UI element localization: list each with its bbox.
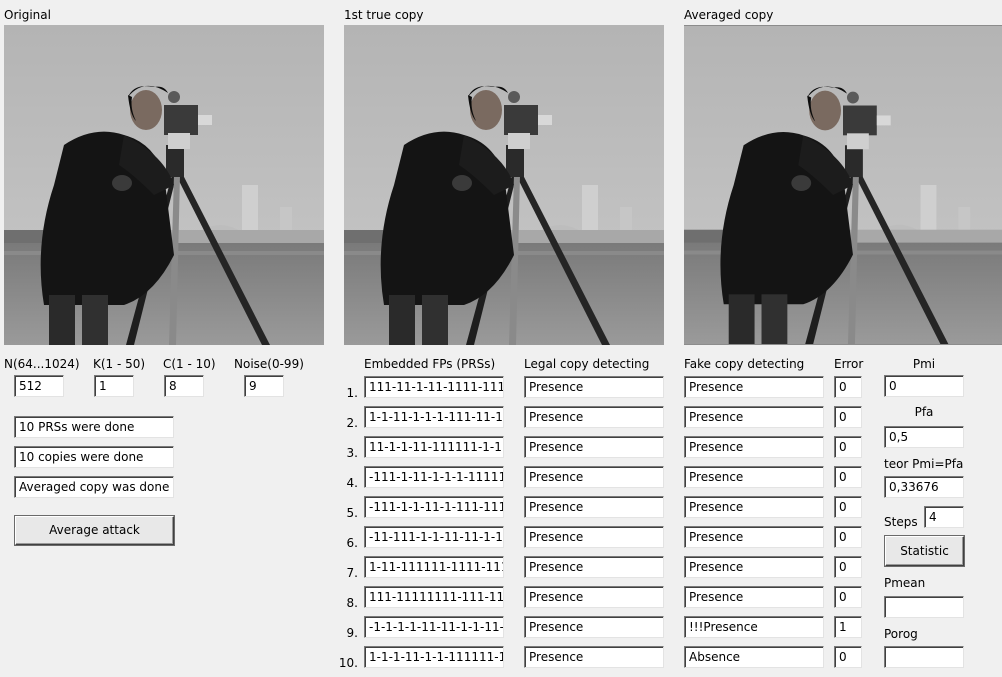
fake-field[interactable]: Presence [684, 436, 824, 458]
pmi-label: Pmi [912, 357, 936, 371]
prs-field[interactable]: 1-11-111111-1111-111 [364, 556, 504, 578]
error-field[interactable]: 1 [834, 616, 862, 638]
legal-field[interactable]: Presence [524, 556, 664, 578]
fake-field[interactable]: !!!Presence [684, 616, 824, 638]
error-header: Error [834, 357, 864, 371]
row-number: 2. [346, 416, 358, 430]
row-number: 10. [338, 656, 358, 670]
fake-field[interactable]: Presence [684, 556, 824, 578]
prs-field[interactable]: -1-1-1-1-11-11-1-1-11-1 [364, 616, 504, 638]
legal-field[interactable]: Presence [524, 376, 664, 398]
status-copies: 10 copies were done [14, 446, 174, 468]
average-attack-button[interactable]: Average attack [15, 516, 174, 545]
k-input[interactable]: 1 [94, 375, 134, 397]
legal-field[interactable]: Presence [524, 466, 664, 488]
prs-field[interactable]: -111-1-11-1-1-1-11111 [364, 466, 504, 488]
error-field[interactable]: 0 [834, 526, 862, 548]
fake-field[interactable]: Presence [684, 376, 824, 398]
n-input[interactable]: 512 [14, 375, 64, 397]
pmi-field[interactable]: 0 [884, 375, 964, 397]
error-field[interactable]: 0 [834, 496, 862, 518]
steps-label: Steps [884, 515, 918, 529]
fake-header: Fake copy detecting [684, 357, 805, 371]
original-title: Original [4, 8, 51, 22]
prs-field[interactable]: 111-11-1-11-1111-111- [364, 376, 504, 398]
original-image [4, 25, 324, 345]
pfa-label: Pfa [914, 405, 934, 419]
averaged-copy-image [684, 25, 1002, 345]
teor-field[interactable]: 0,33676 [884, 476, 964, 498]
n-label: N(64...1024) [4, 357, 80, 371]
legal-field[interactable]: Presence [524, 496, 664, 518]
true-copy-image [344, 25, 664, 345]
error-field[interactable]: 0 [834, 406, 862, 428]
legal-field[interactable]: Presence [524, 526, 664, 548]
legal-field[interactable]: Presence [524, 646, 664, 668]
k-label: K(1 - 50) [93, 357, 146, 371]
error-field[interactable]: 0 [834, 586, 862, 608]
error-field[interactable]: 0 [834, 466, 862, 488]
averaged-copy-title: Averaged copy [684, 8, 774, 22]
prs-field[interactable]: 111-11111111-111-11 [364, 586, 504, 608]
row-number: 1. [346, 386, 358, 400]
true-copy-title: 1st true copy [344, 8, 424, 22]
error-field[interactable]: 0 [834, 556, 862, 578]
c-label: C(1 - 10) [163, 357, 216, 371]
fake-field[interactable]: Presence [684, 466, 824, 488]
legal-field[interactable]: Presence [524, 436, 664, 458]
porog-field[interactable] [884, 646, 964, 668]
fake-field[interactable]: Presence [684, 496, 824, 518]
row-number: 5. [346, 506, 358, 520]
porog-label: Porog [884, 627, 918, 641]
pmean-field[interactable] [884, 596, 964, 618]
prs-field[interactable]: 11-1-1-11-111111-1-11 [364, 436, 504, 458]
steps-field[interactable]: 4 [924, 506, 964, 528]
error-field[interactable]: 0 [834, 376, 862, 398]
row-number: 9. [346, 626, 358, 640]
prs-field[interactable]: 1-1-11-1-1-1-111-11-11 [364, 406, 504, 428]
status-prs: 10 PRSs were done [14, 416, 174, 438]
fake-field[interactable]: Absence [684, 646, 824, 668]
row-number: 8. [346, 596, 358, 610]
row-number: 6. [346, 536, 358, 550]
noise-label: Noise(0-99) [234, 357, 304, 371]
legal-field[interactable]: Presence [524, 406, 664, 428]
row-number: 7. [346, 566, 358, 580]
legal-field[interactable]: Presence [524, 616, 664, 638]
error-field[interactable]: 0 [834, 436, 862, 458]
status-averaged: Averaged copy was done [14, 476, 174, 498]
c-input[interactable]: 8 [164, 375, 204, 397]
embedded-header: Embedded FPs (PRSs) [364, 357, 496, 371]
error-field[interactable]: 0 [834, 646, 862, 668]
pmean-label: Pmean [884, 576, 926, 590]
prs-field[interactable]: -11-111-1-1-11-11-1-11 [364, 526, 504, 548]
prs-field[interactable]: -111-1-1-11-1-111-111- [364, 496, 504, 518]
fake-field[interactable]: Presence [684, 586, 824, 608]
noise-input[interactable]: 9 [244, 375, 284, 397]
pfa-field[interactable]: 0,5 [884, 426, 964, 448]
fake-field[interactable]: Presence [684, 526, 824, 548]
row-number: 3. [346, 446, 358, 460]
legal-header: Legal copy detecting [524, 357, 650, 371]
statistic-button[interactable]: Statistic [885, 536, 964, 566]
prs-field[interactable]: 1-1-1-11-1-1-111111-1- [364, 646, 504, 668]
teor-label: teor Pmi=Pfa [884, 457, 964, 471]
fake-field[interactable]: Presence [684, 406, 824, 428]
row-number: 4. [346, 476, 358, 490]
legal-field[interactable]: Presence [524, 586, 664, 608]
